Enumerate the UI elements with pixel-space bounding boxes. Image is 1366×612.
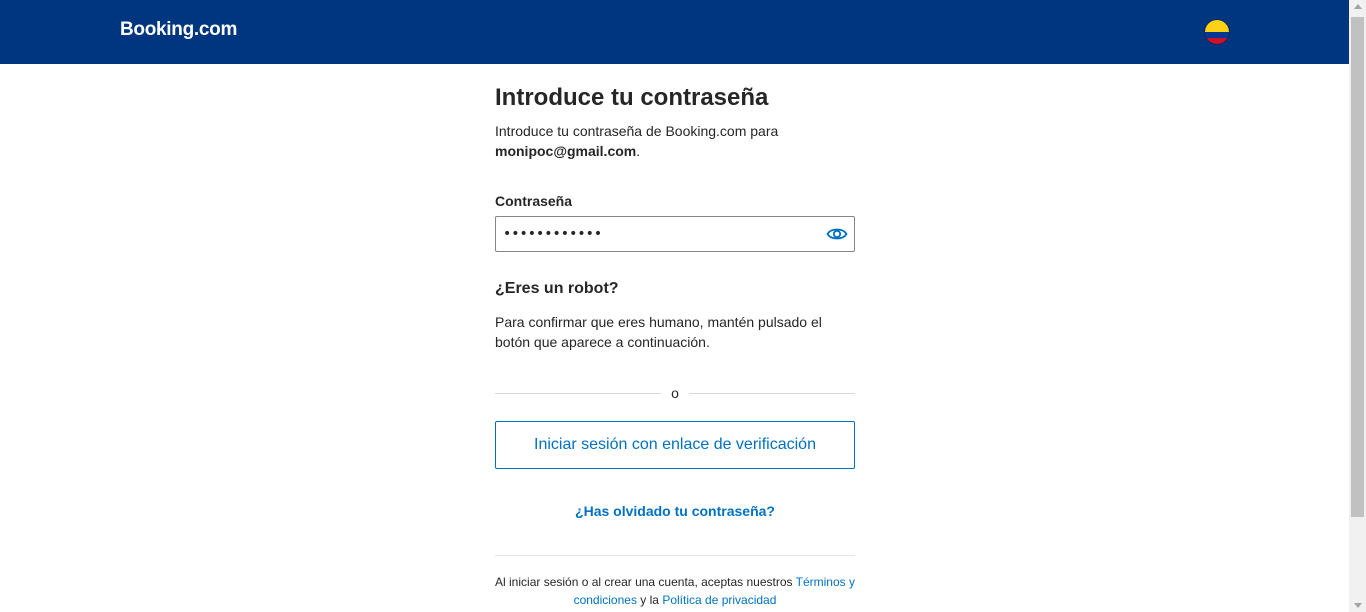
intro-text: Introduce tu contraseña de Booking.com p…: [495, 121, 855, 161]
booking-logo[interactable]: Booking.com: [120, 19, 237, 41]
password-field-wrapper: [495, 216, 855, 252]
top-header: Booking.com: [0, 0, 1349, 64]
forgot-password-link[interactable]: ¿Has olvidado tu contraseña?: [495, 503, 855, 519]
intro-suffix: .: [636, 143, 641, 159]
verification-link-button[interactable]: Iniciar sesión con enlace de verificació…: [495, 421, 855, 469]
privacy-link[interactable]: Política de privacidad: [662, 593, 776, 607]
vertical-scrollbar[interactable]: [1349, 0, 1366, 612]
password-label: Contraseña: [495, 193, 573, 209]
robot-description: Para confirmar que eres humano, mantén p…: [495, 314, 822, 350]
scroll-down-icon[interactable]: [1354, 603, 1362, 608]
eye-icon[interactable]: [826, 224, 848, 244]
scrollbar-thumb[interactable]: [1351, 17, 1364, 517]
page-title: Introduce tu contraseña: [495, 84, 769, 111]
footer-divider: [495, 555, 855, 556]
or-divider: o: [495, 384, 855, 404]
password-input[interactable]: [496, 217, 830, 251]
account-email: monipoc@gmail.com: [495, 143, 637, 159]
intro-prefix: Introduce tu contraseña de Booking.com p…: [495, 123, 779, 139]
legal-conjunction: y la: [640, 593, 659, 607]
legal-prefix: Al iniciar sesión o al crear una cuenta,…: [495, 575, 793, 589]
robot-heading: ¿Eres un robot?: [495, 280, 619, 297]
legal-notice: Al iniciar sesión o al crear una cuenta,…: [495, 573, 855, 609]
scroll-up-icon[interactable]: [1354, 4, 1362, 9]
colombia-flag-icon[interactable]: [1205, 20, 1229, 44]
divider-line-right: [689, 393, 855, 394]
